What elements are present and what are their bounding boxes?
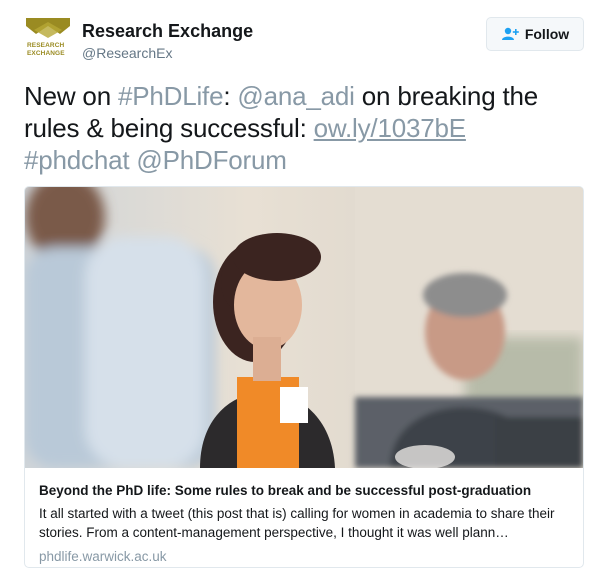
account-handle[interactable]: @ResearchEx (82, 44, 253, 62)
logo-text-line1: RESEARCH (27, 42, 65, 49)
tweet-text-part: : (223, 81, 238, 111)
card-description: It all started with a tweet (this post t… (39, 506, 555, 540)
mention-phdforum[interactable]: @PhDForum (136, 145, 286, 175)
mention-ana-adi[interactable]: @ana_adi (237, 81, 355, 111)
link-preview-card[interactable]: Beyond the PhD life: Some rules to break… (24, 186, 584, 568)
account-avatar[interactable]: RESEARCH EXCHANGE (24, 16, 72, 64)
card-image[interactable] (25, 187, 583, 468)
card-title[interactable]: Beyond the PhD life: Some rules to break… (39, 482, 569, 500)
account-names: Research Exchange @ResearchEx (82, 20, 253, 62)
tweet-text-part: New on (24, 81, 118, 111)
card-domain[interactable]: phdlife.warwick.ac.uk (39, 548, 569, 566)
card-body: Beyond the PhD life: Some rules to break… (25, 468, 583, 566)
tweet-url-link[interactable]: ow.ly/1037bE (314, 113, 466, 143)
follow-button-label: Follow (524, 26, 570, 42)
card-photo (25, 187, 583, 468)
hashtag-phdchat[interactable]: #phdchat (24, 145, 130, 175)
hashtag-phdlife[interactable]: #PhDLife (118, 81, 224, 111)
logo-text-line2: EXCHANGE (27, 50, 65, 57)
follow-button[interactable]: Follow (486, 17, 584, 51)
display-name[interactable]: Research Exchange (82, 20, 253, 42)
add-user-icon (501, 27, 519, 40)
tweet-header: RESEARCH EXCHANGE Research Exchange @Res… (24, 16, 584, 66)
tweet-text: New on #PhDLife: @ana_adi on breaking th… (24, 80, 584, 176)
